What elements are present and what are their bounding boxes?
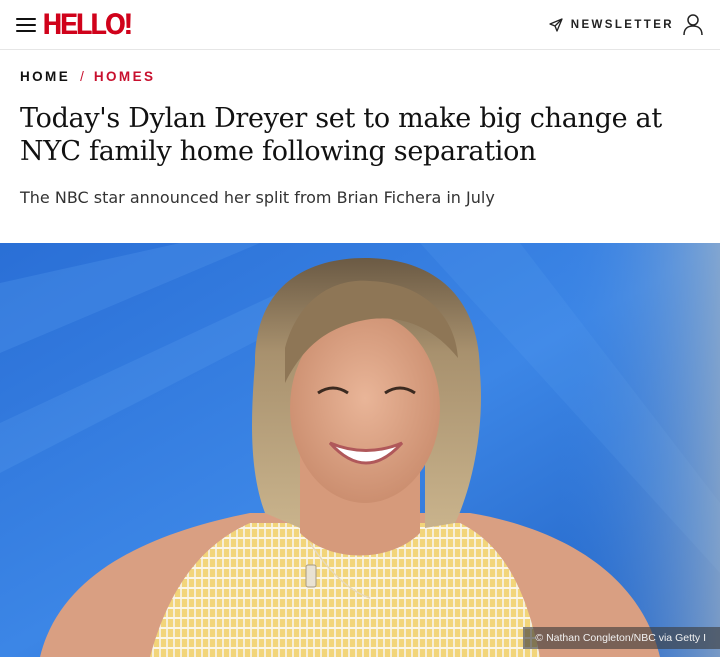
hamburger-menu-icon[interactable] <box>16 14 38 36</box>
newsletter-link[interactable]: NEWSLETTER <box>549 15 674 35</box>
breadcrumb-separator: / <box>80 69 84 84</box>
user-icon <box>683 14 703 36</box>
newsletter-label: NEWSLETTER <box>570 19 674 31</box>
breadcrumb-home-link[interactable]: HOME <box>20 69 70 84</box>
site-logo[interactable]: HELLO! <box>43 8 133 42</box>
hero-photo-illustration <box>0 243 720 657</box>
article-subheadline: The NBC star announced her split from Br… <box>20 188 495 207</box>
hero-image: © Nathan Congleton/NBC via Getty I <box>0 243 720 657</box>
image-credit: © Nathan Congleton/NBC via Getty I <box>523 627 720 649</box>
site-header: HELLO! NEWSLETTER <box>0 0 720 50</box>
article-headline: Today's Dylan Dreyer set to make big cha… <box>20 103 662 167</box>
breadcrumb-homes-link[interactable]: HOMES <box>94 69 156 84</box>
send-icon <box>549 18 563 32</box>
account-button[interactable] <box>682 13 704 37</box>
breadcrumb: HOME / HOMES <box>20 69 155 84</box>
